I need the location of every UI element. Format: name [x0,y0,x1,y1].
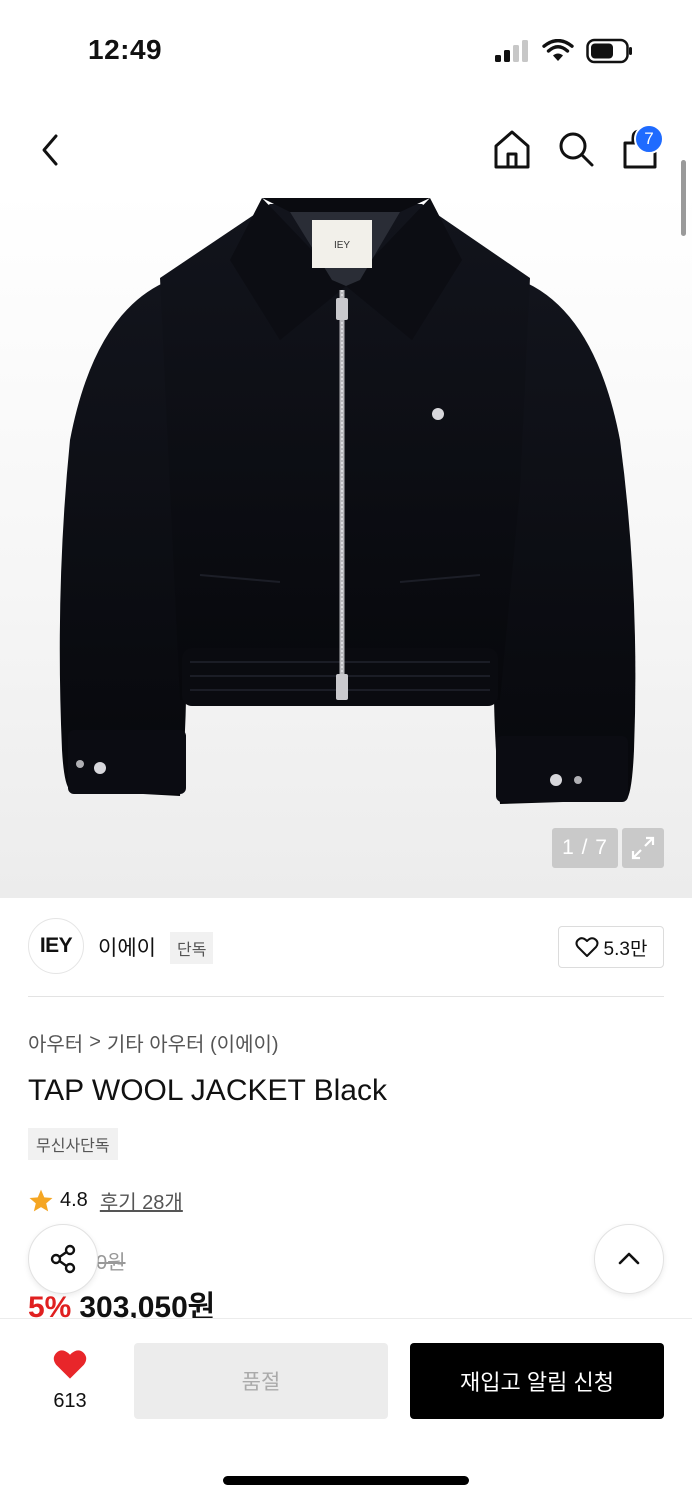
heart-outline-icon [575,937,599,957]
jacket-illustration: IEY [59,198,636,804]
restock-alert-button[interactable]: 재입고 알림 신청 [410,1343,664,1419]
status-bar: 12:49 [0,0,692,100]
home-indicator [223,1476,469,1485]
cellular-signal-icon [495,40,528,62]
soldout-button[interactable]: 품절 [134,1343,388,1419]
wishlist-button[interactable]: 613 [40,1347,100,1413]
home-icon [494,130,530,169]
battery-icon [586,38,632,64]
chevron-left-icon [42,134,58,166]
brand-like-count: 5.3만 [603,938,648,960]
garment-label-text: IEY [334,240,350,251]
rating-score: 4.8 [60,1189,88,1211]
rating: 4.8 후기 28개 [28,1186,183,1215]
expand-image-button[interactable] [622,828,664,868]
product-image[interactable]: IEY [0,190,692,898]
breadcrumb-category[interactable]: 아우터 [28,1028,83,1057]
status-icons [494,38,634,64]
breadcrumb: 아우터 > 기타 아우터 (이에이) [28,1028,279,1057]
breadcrumb-separator: > [89,1031,101,1053]
top-nav [0,120,692,180]
image-counter: 1 / 7 [552,828,618,868]
status-time: 12:49 [88,34,163,65]
search-icon [559,132,594,167]
star-icon [29,1189,53,1211]
share-icon [50,1244,76,1274]
share-button[interactable] [28,1224,98,1294]
scroll-top-button[interactable] [594,1224,664,1294]
bag-count-badge: 7 [634,124,664,154]
brand-row: IEY 이에이 단독 5.3만 [28,918,664,976]
original-price: 0원 [96,1252,126,1274]
divider [28,996,664,997]
bottom-action-bar: 613 품절 재입고 알림 신청 [0,1318,692,1500]
brand-exclusive-badge: 단독 [170,932,214,964]
reviews-link[interactable]: 후기 28개 [100,1186,183,1215]
product-title: TAP WOOL JACKET Black [28,1074,387,1107]
expand-icon [631,836,655,860]
brand-like-button[interactable]: 5.3만 [558,926,664,968]
home-button[interactable] [492,128,532,175]
wishlist-count: 613 [53,1390,87,1412]
scroll-indicator[interactable] [681,160,686,236]
chevron-up-icon [618,1252,640,1265]
heart-filled-icon [53,1350,87,1379]
search-button[interactable] [556,128,596,175]
back-button[interactable] [34,130,68,170]
brand-logo[interactable]: IEY [28,918,84,974]
wifi-icon [542,39,574,61]
exclusive-badge: 무신사단독 [28,1128,118,1160]
brand-name[interactable]: 이에이 [98,932,156,962]
breadcrumb-subcategory[interactable]: 기타 아우터 (이에이) [107,1028,279,1057]
